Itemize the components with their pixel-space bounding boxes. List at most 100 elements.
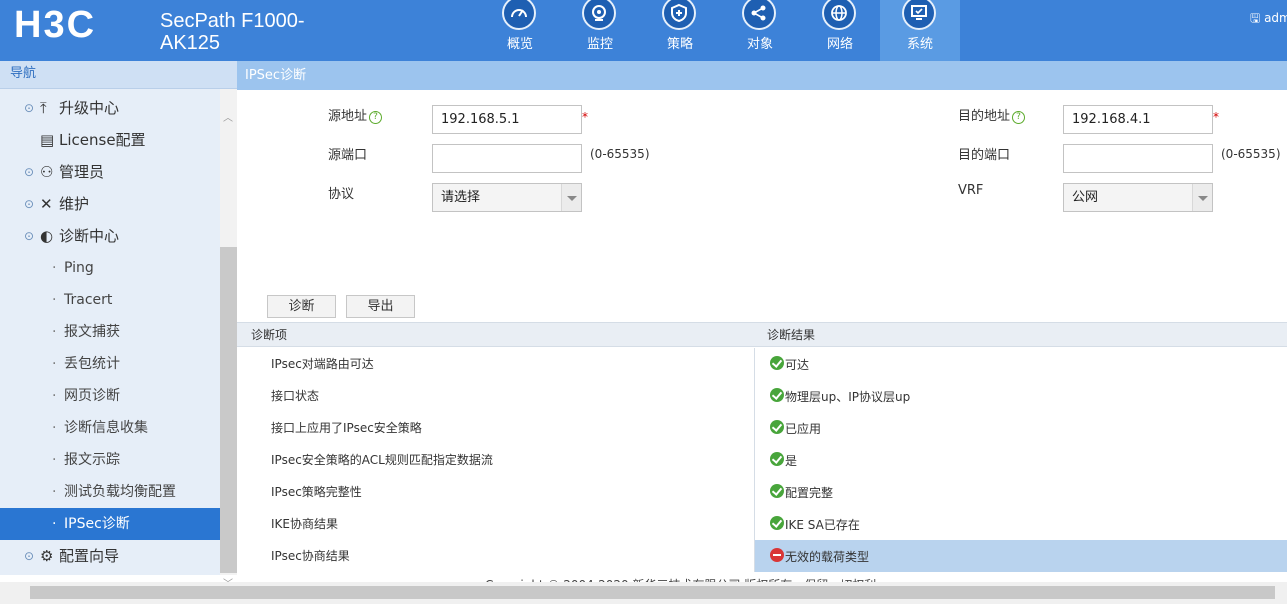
error-icon bbox=[770, 548, 784, 562]
collapse-toggle-icon[interactable]: ⊙ bbox=[24, 220, 34, 252]
upload-icon: ⤒ bbox=[40, 99, 47, 117]
nav-system[interactable]: 系统 bbox=[880, 0, 960, 61]
protocol-select[interactable]: 请选择 bbox=[432, 183, 582, 212]
table-row: 接口上应用了IPsec安全策略 已应用 bbox=[237, 412, 1287, 444]
check-ok-icon bbox=[770, 388, 784, 402]
check-ok-icon bbox=[770, 484, 784, 498]
top-header: H3C SecPath F1000-AK125 概览 监控 策略 对象 网络 系… bbox=[0, 0, 1287, 61]
sidebar-subitem-drop-stats[interactable]: · 丢包统计 bbox=[0, 348, 220, 380]
sidebar-scroll-thumb[interactable] bbox=[220, 247, 237, 573]
save-icon: 🖫 bbox=[1250, 11, 1261, 25]
help-icon[interactable]: ? bbox=[369, 111, 383, 124]
expand-toggle-icon[interactable]: ⊙ bbox=[24, 92, 34, 124]
sidebar-item-maintenance[interactable]: ⊙ ✕ 维护 bbox=[0, 188, 220, 220]
sidebar-item-config-wizard[interactable]: ⊙ ⚙ 配置向导 bbox=[0, 540, 220, 572]
sidebar-subitem-tracert[interactable]: · Tracert bbox=[0, 284, 220, 316]
nav-object-label: 对象 bbox=[746, 37, 773, 52]
protocol-label: 协议 bbox=[328, 187, 355, 202]
chevron-down-icon[interactable] bbox=[1192, 184, 1212, 211]
expand-toggle-icon[interactable]: ⊙ bbox=[24, 188, 34, 220]
required-mark: * bbox=[1213, 110, 1219, 124]
diagnose-icon: ◐ bbox=[40, 227, 54, 245]
user-name: adm bbox=[1264, 11, 1287, 25]
sidebar-subitem-diag-info[interactable]: · 诊断信息收集 bbox=[0, 412, 220, 444]
nav-overview-label: 概览 bbox=[506, 37, 533, 52]
scroll-up-icon[interactable]: ︿ bbox=[223, 109, 233, 124]
admin-users-icon: ⚇ bbox=[40, 163, 54, 181]
user-menu[interactable]: 🖫 adm bbox=[1250, 9, 1287, 30]
table-row: IPsec协商结果 无效的载荷类型 bbox=[237, 540, 1287, 572]
export-button[interactable]: 导出 bbox=[346, 295, 415, 318]
nav-monitor-label: 监控 bbox=[586, 37, 613, 52]
table-row: IPsec策略完整性 配置完整 bbox=[237, 476, 1287, 508]
horizontal-scrollbar[interactable] bbox=[0, 582, 1287, 604]
col-header-item: 诊断项 bbox=[251, 328, 288, 342]
monitor-camera-icon bbox=[582, 0, 616, 30]
check-ok-icon bbox=[770, 356, 784, 370]
nav-overview[interactable]: 概览 bbox=[480, 0, 560, 61]
check-ok-icon bbox=[770, 420, 784, 434]
sidebar-item-license[interactable]: ▤ License配置 bbox=[0, 124, 220, 156]
help-icon[interactable]: ? bbox=[1012, 111, 1026, 124]
sidebar-subitem-ipsec-diagnose[interactable]: · IPSec诊断 bbox=[0, 508, 220, 540]
sidebar-subitem-web-diagnose[interactable]: · 网页诊断 bbox=[0, 380, 220, 412]
nav-policy[interactable]: 策略 bbox=[640, 0, 720, 61]
shield-plus-icon bbox=[662, 0, 696, 30]
results-table-header: 诊断项 诊断结果 bbox=[237, 322, 1287, 347]
license-icon: ▤ bbox=[40, 131, 55, 149]
sidebar-item-upgrade[interactable]: ⊙ ⤒ 升级中心 bbox=[0, 92, 220, 124]
sidebar-subitem-lb-test[interactable]: · 测试负载均衡配置 bbox=[0, 476, 220, 508]
chevron-down-icon[interactable] bbox=[561, 184, 581, 211]
sidebar: 导航 ⊙ ⤒ 升级中心 ▤ License配置 ⊙ ⚇ 管理员 ⊙ ✕ 维护 ⊙… bbox=[0, 61, 237, 590]
sidebar-tree: ⊙ ⤒ 升级中心 ▤ License配置 ⊙ ⚇ 管理员 ⊙ ✕ 维护 ⊙ ◐ bbox=[0, 92, 220, 572]
expand-toggle-icon[interactable]: ⊙ bbox=[24, 540, 34, 572]
diagnose-button[interactable]: 诊断 bbox=[267, 295, 336, 318]
sidebar-subitem-packet-trace[interactable]: · 报文示踪 bbox=[0, 444, 220, 476]
src-port-range: (0-65535) bbox=[590, 147, 650, 161]
dst-port-range: (0-65535) bbox=[1221, 147, 1281, 161]
check-ok-icon bbox=[770, 452, 784, 466]
system-display-icon bbox=[902, 0, 936, 30]
table-row: IPsec安全策略的ACL规则匹配指定数据流 是 bbox=[237, 444, 1287, 476]
sidebar-subitem-ping[interactable]: · Ping bbox=[0, 252, 220, 284]
nav-network-label: 网络 bbox=[826, 37, 853, 52]
table-row: IPsec对端路由可达 可达 bbox=[237, 348, 1287, 380]
nav-network[interactable]: 网络 bbox=[800, 0, 880, 61]
required-mark: * bbox=[582, 110, 588, 124]
expand-toggle-icon[interactable]: ⊙ bbox=[24, 156, 34, 188]
dst-addr-label: 目的地址? bbox=[958, 105, 1026, 124]
dst-port-input[interactable] bbox=[1063, 144, 1213, 173]
nav-system-label: 系统 bbox=[906, 37, 933, 52]
src-port-input[interactable] bbox=[432, 144, 582, 173]
globe-icon bbox=[822, 0, 856, 30]
dst-port-label: 目的端口 bbox=[958, 148, 1011, 163]
check-ok-icon bbox=[770, 516, 784, 530]
product-name: SecPath F1000-AK125 bbox=[160, 10, 305, 54]
src-addr-input[interactable]: 192.168.5.1 bbox=[432, 105, 582, 134]
src-addr-label: 源地址? bbox=[328, 105, 383, 124]
nav-object[interactable]: 对象 bbox=[720, 0, 800, 61]
dst-addr-input[interactable]: 192.168.4.1 bbox=[1063, 105, 1213, 134]
vrf-label: VRF bbox=[958, 183, 984, 198]
vrf-select[interactable]: 公网 bbox=[1063, 183, 1213, 212]
page-title: IPSec诊断 bbox=[237, 61, 1287, 90]
share-nodes-icon bbox=[742, 0, 776, 30]
col-header-result: 诊断结果 bbox=[767, 328, 816, 342]
sidebar-scrollbar[interactable]: ︿ ﹀ bbox=[220, 89, 237, 590]
app-window: H3C SecPath F1000-AK125 概览 监控 策略 对象 网络 系… bbox=[0, 0, 1287, 604]
main-nav: 概览 监控 策略 对象 网络 系统 bbox=[480, 0, 960, 61]
nav-policy-label: 策略 bbox=[666, 37, 693, 52]
sidebar-title: 导航 bbox=[0, 61, 237, 89]
sidebar-item-diagnose-center[interactable]: ⊙ ◐ 诊断中心 bbox=[0, 220, 220, 252]
dashboard-icon bbox=[502, 0, 536, 30]
tools-icon: ✕ bbox=[40, 195, 53, 213]
main-content: IPSec诊断 源地址? 192.168.5.1 * 目的地址? 192.168… bbox=[237, 61, 1287, 575]
table-row: 接口状态 物理层up、IP协议层up bbox=[237, 380, 1287, 412]
sidebar-subitem-packet-capture[interactable]: · 报文捕获 bbox=[0, 316, 220, 348]
horizontal-scroll-thumb[interactable] bbox=[30, 586, 1275, 599]
nav-monitor[interactable]: 监控 bbox=[560, 0, 640, 61]
h3c-logo: H3C bbox=[14, 4, 97, 46]
sidebar-item-admin[interactable]: ⊙ ⚇ 管理员 bbox=[0, 156, 220, 188]
wizard-gears-icon: ⚙ bbox=[40, 547, 54, 565]
table-row: IKE协商结果 IKE SA已存在 bbox=[237, 508, 1287, 540]
